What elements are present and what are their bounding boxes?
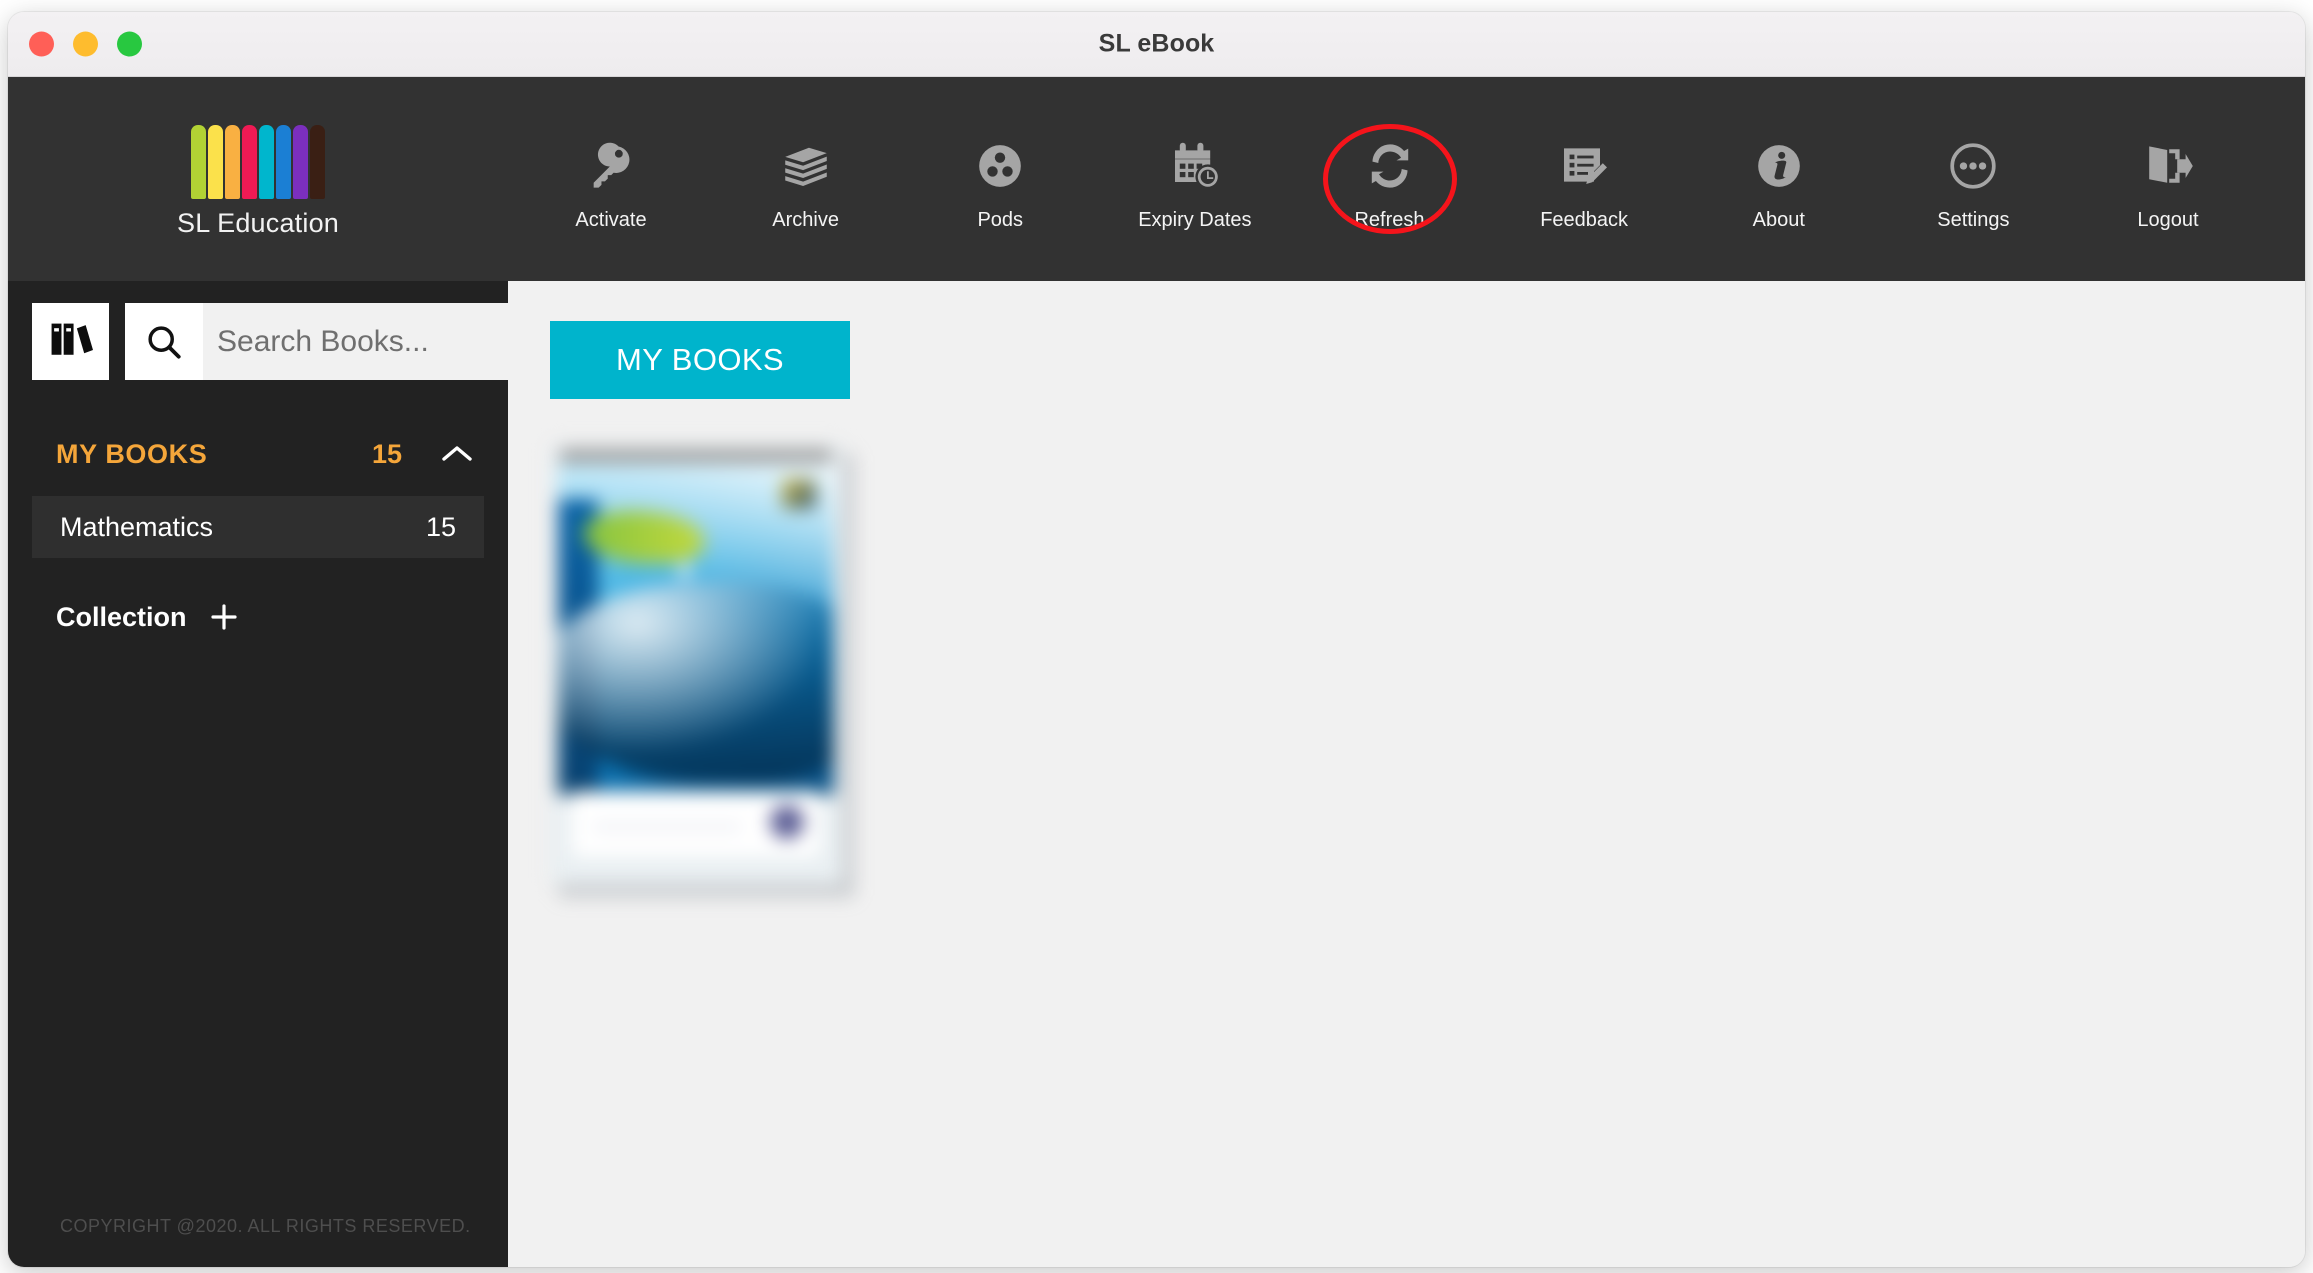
book-cover [550, 443, 842, 883]
refresh-icon [1364, 135, 1416, 197]
pods-circle-icon [975, 135, 1025, 197]
toolbar-item-label: Logout [2137, 208, 2199, 231]
logo-book-spines [191, 125, 325, 199]
brand-name: SL Education [176, 208, 339, 238]
logo-spine-1 [191, 125, 206, 199]
toolbar-item-archive[interactable]: Archive [711, 127, 901, 232]
window-title: SL eBook [1098, 29, 1215, 58]
cover-wave-shape [558, 583, 834, 783]
toolbar-item-label: Feedback [1540, 208, 1629, 231]
logo-spine-3 [225, 125, 240, 199]
toolbar-item-label: Refresh [1354, 208, 1425, 231]
brand-logo: SL Education [8, 119, 508, 239]
sidebar-collection-row[interactable]: Collection [8, 586, 508, 648]
books-stack-icon [779, 135, 833, 197]
logout-door-icon [2142, 135, 2194, 197]
sidebar: MY BOOKS 15 Mathematics 15 Collection [8, 281, 617, 1267]
library-books-icon [47, 317, 95, 366]
window-titlebar: SL eBook [8, 12, 2305, 77]
logo-spine-2 [208, 125, 223, 199]
tab-my-books[interactable]: MY BOOKS [550, 321, 850, 399]
library-view-button[interactable] [32, 303, 109, 380]
book-cover-artwork [558, 463, 834, 795]
cover-speck [680, 563, 689, 579]
collection-label: Collection [56, 601, 187, 632]
app-body: MY BOOKS 15 Mathematics 15 Collection [8, 281, 2305, 1267]
toolbar-item-label: About [1752, 208, 1805, 231]
sidebar-item-count: 15 [425, 511, 456, 542]
logo-spine-7 [293, 125, 308, 199]
toolbar-item-label: Pods [977, 208, 1024, 231]
toolbar-item-settings[interactable]: Settings [1878, 127, 2068, 232]
logo-spine-6 [276, 125, 291, 199]
sidebar-search-row [8, 281, 617, 380]
toolbar-item-expiry-dates[interactable]: Expiry Dates [1100, 127, 1290, 232]
toolbar-item-label: Settings [1937, 208, 2010, 231]
sidebar-item-label: Mathematics [60, 511, 214, 542]
book-thumbnail[interactable] [550, 443, 855, 898]
book-title-bar [572, 791, 820, 857]
book-publisher-avatar [770, 805, 804, 839]
sidebar-group-my-books[interactable]: MY BOOKS 15 [8, 422, 508, 486]
sidebar-group-count: 15 [371, 438, 402, 469]
key-icon [585, 135, 637, 197]
toolbar-item-label: Archive [772, 208, 839, 231]
app-toolbar: SL Education Activate Archive Pods Expir… [8, 77, 2305, 281]
toolbar-item-logout[interactable]: Logout [2073, 127, 2263, 232]
app-window: SL eBook SL Education Activate Archive P… [8, 12, 2305, 1267]
logo-spine-5 [259, 125, 274, 199]
copyright-text: COPYRIGHT @2020. ALL RIGHTS RESERVED. [60, 1216, 471, 1236]
book-grid [550, 443, 2305, 898]
logo-spine-4 [242, 125, 257, 199]
toolbar-item-feedback[interactable]: Feedback [1489, 127, 1679, 232]
calendar-clock-icon [1169, 135, 1221, 197]
logo-spine-8 [310, 125, 325, 199]
book-title-placeholder [592, 823, 742, 831]
toolbar-items: Activate Archive Pods Expiry Dates Refre… [508, 77, 2305, 281]
plus-icon[interactable] [209, 602, 239, 632]
main-content: MY BOOKS [508, 281, 2305, 1267]
sidebar-item-mathematics[interactable]: Mathematics 15 [32, 496, 484, 558]
toolbar-item-label: Expiry Dates [1138, 208, 1252, 231]
toolbar-item-refresh[interactable]: Refresh [1295, 124, 1485, 234]
form-pencil-icon [1558, 135, 1610, 197]
info-circle-icon [1754, 135, 1804, 197]
toolbar-item-pods[interactable]: Pods [905, 127, 1095, 232]
toolbar-item-label: Activate [575, 208, 647, 231]
cover-green-shape [584, 511, 704, 563]
sidebar-group-label: MY BOOKS [56, 438, 208, 469]
cover-badge [782, 479, 816, 509]
toolbar-item-about[interactable]: About [1684, 127, 1874, 232]
toolbar-item-activate[interactable]: Activate [516, 127, 706, 232]
chevron-up-icon[interactable] [440, 443, 474, 465]
search-icon [125, 303, 203, 380]
ellipsis-circle-icon [1947, 135, 1999, 197]
